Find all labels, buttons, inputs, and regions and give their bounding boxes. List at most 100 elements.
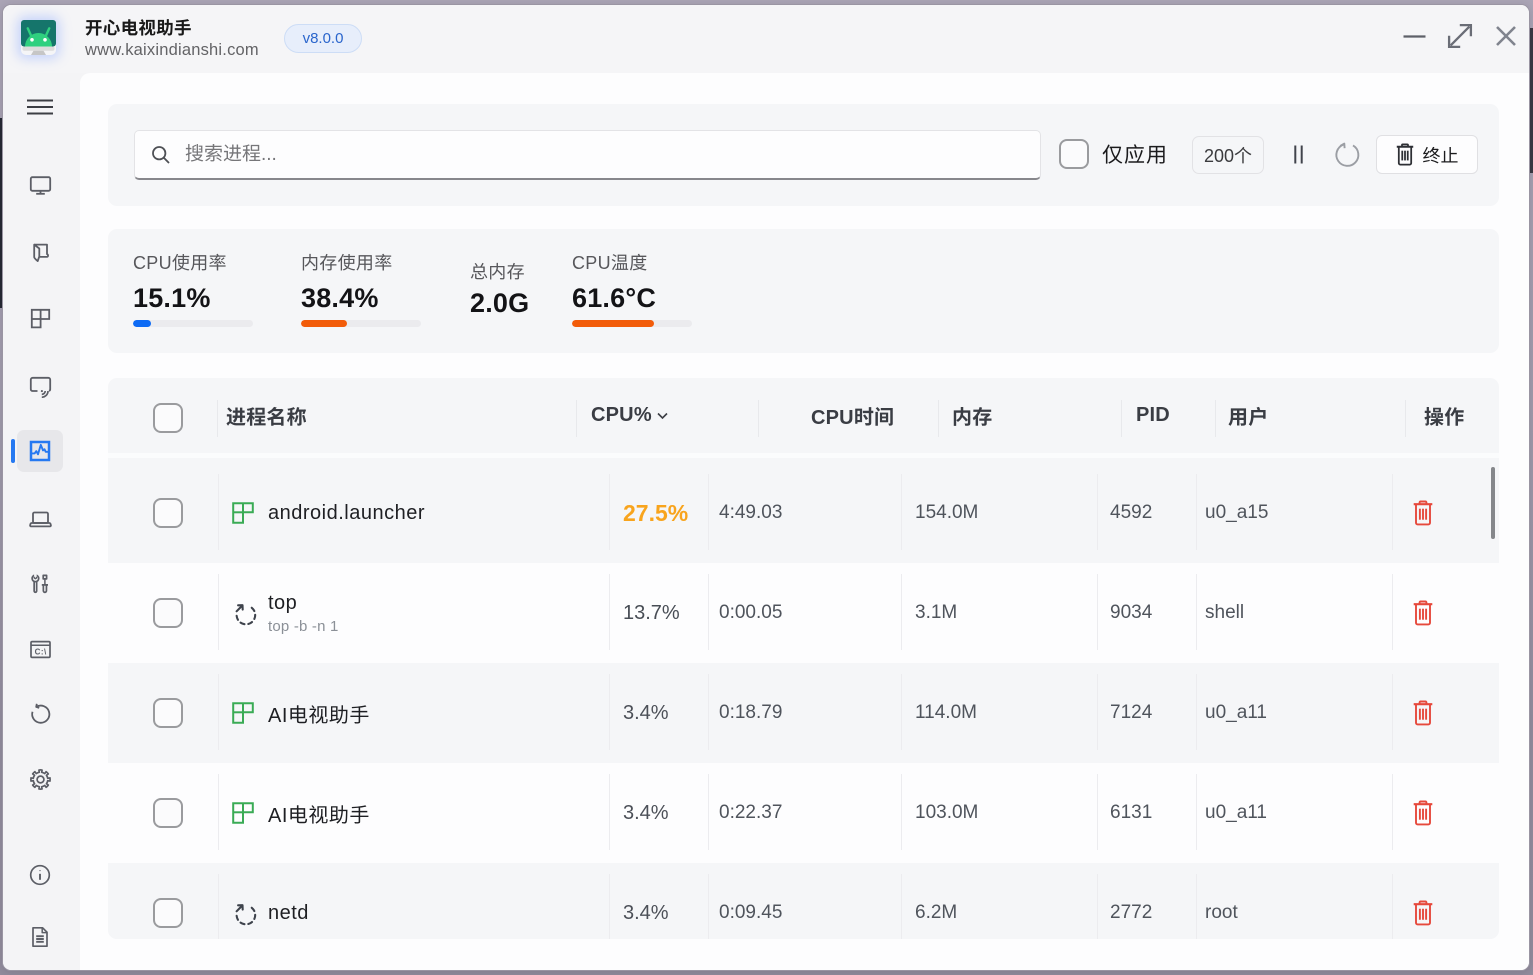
sidebar-item-process-monitor[interactable] (11, 430, 63, 472)
process-name-cell: top top -b -n 1 (268, 563, 339, 663)
refresh-button[interactable] (1333, 140, 1361, 168)
screen-cast-icon (29, 376, 51, 398)
sidebar-item-tv[interactable] (17, 164, 63, 206)
sidebar-item-restore[interactable] (17, 693, 63, 735)
table-scrollbar-thumb[interactable] (1491, 467, 1495, 539)
table-row[interactable]: AI电视助手 3.4% 0:18.79 114.0M 7124 u0_a11 (108, 663, 1499, 763)
cpu-temp-progressbar (572, 320, 692, 327)
hamburger-icon (27, 99, 53, 115)
select-all-checkbox[interactable] (153, 403, 183, 433)
trash-icon (1413, 700, 1433, 726)
cell-separator (609, 774, 610, 850)
cell-separator (1196, 574, 1197, 650)
maximize-button[interactable] (1437, 8, 1483, 64)
process-icon-cell (232, 663, 254, 763)
row-checkbox[interactable] (153, 498, 183, 528)
apps-only-checkbox[interactable] (1059, 139, 1089, 169)
kill-process-button[interactable] (1413, 500, 1433, 526)
minimize-button[interactable] (1391, 8, 1437, 64)
table-row[interactable]: top top -b -n 1 13.7% 0:00.05 3.1M 9034 s… (108, 563, 1499, 663)
titlebar[interactable]: 开心电视助手 www.kaixindianshi.com v8.0.0 (3, 5, 1529, 73)
row-checkbox[interactable] (153, 898, 183, 928)
column-separator (1215, 400, 1216, 437)
sidebar-item-info[interactable] (17, 854, 63, 896)
maximize-icon (1447, 23, 1473, 49)
mem-usage-progressbar (301, 320, 421, 327)
actions-cell (1392, 663, 1454, 763)
stat-value: 15.1% (133, 283, 211, 313)
row-checkbox[interactable] (153, 698, 183, 728)
sidebar-item-layout[interactable] (17, 297, 63, 339)
app-title: 开心电视助手 (85, 18, 192, 38)
cpu-usage-progressbar (133, 320, 253, 327)
process-placeholder-icon (235, 603, 257, 625)
table-row[interactable]: netd 3.4% 0:09.45 6.2M 2772 root (108, 863, 1499, 939)
trash-icon (1413, 900, 1433, 926)
sidebar-menu-toggle[interactable] (17, 86, 63, 128)
apps-only-label: 仅应用 (1102, 144, 1168, 167)
column-separator (217, 400, 218, 437)
kill-process-button[interactable] (1413, 800, 1433, 826)
sidebar-item-apps[interactable] (17, 232, 63, 274)
svg-text:C:\: C:\ (34, 647, 46, 656)
kill-process-button[interactable] (1413, 700, 1433, 726)
process-count-badge: 200个 (1192, 136, 1264, 174)
memory-cell: 154.0M (915, 502, 979, 523)
col-header-mem[interactable]: 内存 (952, 401, 992, 430)
row-checkbox[interactable] (153, 598, 183, 628)
process-command: top -b -n 1 (268, 617, 339, 635)
cell-separator (901, 574, 902, 650)
col-header-name[interactable]: 进程名称 (226, 401, 307, 430)
app-grid-icon (232, 702, 254, 724)
progress-fill (572, 320, 654, 327)
process-name: top (268, 591, 298, 614)
user-cell: u0_a11 (1205, 802, 1267, 823)
sidebar-item-terminal[interactable]: C:\ (17, 628, 63, 670)
kill-process-button[interactable] (1413, 600, 1433, 626)
column-separator (758, 400, 759, 437)
close-button[interactable] (1483, 8, 1529, 64)
info-icon (29, 864, 51, 886)
stat-label: CPU温度 (572, 253, 648, 273)
memory-cell: 114.0M (915, 702, 977, 723)
sidebar-item-device[interactable] (17, 498, 63, 540)
column-separator (576, 400, 577, 437)
cpu-percent-cell: 3.4% (623, 801, 669, 824)
cell-separator (1097, 674, 1098, 750)
actions-cell (1392, 563, 1454, 663)
version-badge: v8.0.0 (284, 24, 362, 53)
table-row[interactable]: android.launcher 27.5% 4:49.03 154.0M 45… (108, 463, 1499, 563)
cell-separator (1097, 574, 1098, 650)
col-header-cputime[interactable]: CPU时间 (811, 401, 894, 430)
col-header-cpu[interactable]: CPU% (591, 404, 670, 427)
user-cell: root (1205, 902, 1238, 923)
kill-button[interactable]: 终止 (1376, 135, 1478, 174)
pause-button[interactable] (1284, 140, 1312, 168)
sidebar-item-cast[interactable] (17, 364, 63, 406)
trash-icon (1413, 600, 1433, 626)
table-row[interactable]: AI电视助手 3.4% 0:22.37 103.0M 6131 u0_a11 (108, 763, 1499, 863)
actions-cell (1392, 763, 1454, 863)
search-input[interactable] (185, 143, 1040, 166)
cell-separator (609, 874, 610, 939)
stat-cpu-temp: CPU温度 61.6°C (572, 229, 692, 353)
stat-total-mem: 总内存 2.0G (470, 229, 529, 353)
kill-process-button[interactable] (1413, 900, 1433, 926)
actions-cell (1392, 463, 1454, 563)
sidebar-item-settings[interactable] (17, 758, 63, 800)
col-header-pid[interactable]: PID (1136, 404, 1170, 427)
cell-separator (901, 474, 902, 550)
sidebar-item-logs[interactable] (17, 916, 63, 958)
trash-icon (1413, 500, 1433, 526)
row-checkbox[interactable] (153, 798, 183, 828)
cpu-percent-cell: 13.7% (623, 601, 680, 624)
apps-only-control[interactable]: 仅应用 (1059, 139, 1168, 169)
process-icon-cell (232, 563, 259, 663)
main-content: 仅应用 200个 终止 CPU使用率 15.1% (80, 73, 1529, 970)
process-icon-cell (232, 863, 259, 939)
col-header-user[interactable]: 用户 (1228, 401, 1268, 430)
process-name: AI电视助手 (268, 704, 370, 727)
toolbar-card: 仅应用 200个 终止 (108, 104, 1499, 206)
sidebar-item-tools[interactable] (17, 563, 63, 605)
cell-separator (1097, 774, 1098, 850)
